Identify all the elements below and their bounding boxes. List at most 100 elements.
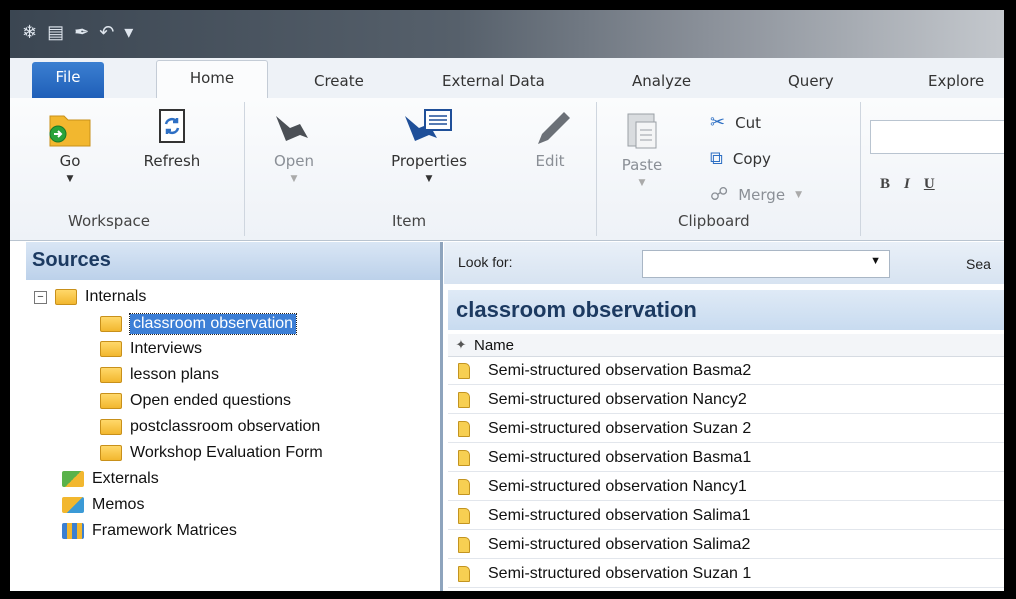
look-for-input[interactable]: ▼ xyxy=(642,250,890,278)
find-bar: Look for: ▼ Sea xyxy=(444,242,1004,284)
refresh-button[interactable]: Refresh xyxy=(132,108,212,170)
bold-button[interactable]: B xyxy=(880,176,890,193)
undo-icon[interactable]: ↶ xyxy=(99,22,114,42)
tree-item-label: classroom observation xyxy=(128,313,298,335)
collapse-icon[interactable]: − xyxy=(34,290,47,304)
folder-icon xyxy=(100,316,122,332)
tree-item-open-ended-questions[interactable]: Open ended questions xyxy=(100,392,291,410)
merge-button[interactable]: ☍ Merge ▼ xyxy=(710,184,802,205)
tree-item-workshop-evaluation-form[interactable]: Workshop Evaluation Form xyxy=(100,444,323,462)
tree-item-externals[interactable]: Externals xyxy=(62,470,159,488)
properties-button[interactable]: Properties ▼ xyxy=(372,108,486,184)
tab-home[interactable]: Home xyxy=(156,60,268,100)
refresh-icon xyxy=(159,109,185,143)
table-row[interactable]: Semi-structured observation Nancy2 xyxy=(448,387,1004,414)
paste-label: Paste xyxy=(621,156,663,174)
cut-button[interactable]: ✂ Cut xyxy=(710,112,761,133)
row-name: Semi-structured observation Suzan 2 xyxy=(488,420,752,437)
group-separator xyxy=(596,102,597,236)
tree-item-internals[interactable]: − Internals xyxy=(34,288,146,306)
customize-toolbar-icon[interactable]: ▾ xyxy=(124,22,133,42)
edit-button[interactable]: Edit xyxy=(520,108,580,170)
chevron-down-icon[interactable]: ▼ xyxy=(870,255,881,267)
chevron-down-icon: ▼ xyxy=(795,189,802,200)
row-name: Semi-structured observation Nancy1 xyxy=(488,478,747,495)
workspace-group-label: Workspace xyxy=(68,212,150,230)
folder-icon xyxy=(100,419,122,435)
tree-item-label: lesson plans xyxy=(130,366,219,383)
row-name: Semi-structured observation Salima2 xyxy=(488,536,751,553)
row-name: Semi-structured observation Nancy2 xyxy=(488,391,747,408)
italic-button[interactable]: I xyxy=(904,176,910,193)
table-row[interactable]: Semi-structured observation Nancy1 xyxy=(448,474,1004,501)
tab-file[interactable]: File xyxy=(32,62,104,98)
tree-item-label: Internals xyxy=(85,288,147,305)
tab-analyze[interactable]: Analyze xyxy=(632,72,691,90)
sources-pane: Sources − Internals classroom observatio… xyxy=(26,242,443,591)
tree-item-label: Memos xyxy=(92,496,145,513)
font-name-box[interactable] xyxy=(870,120,1004,154)
framework-matrices-icon xyxy=(62,523,84,539)
memos-icon xyxy=(62,497,84,513)
tree-item-framework-matrices[interactable]: Framework Matrices xyxy=(62,522,237,540)
tree-item-label: Workshop Evaluation Form xyxy=(130,444,323,461)
table-row[interactable]: Semi-structured observation Salima1 xyxy=(448,503,1004,530)
app-icon[interactable]: ❄ xyxy=(22,22,37,42)
tree-item-label: Interviews xyxy=(130,340,203,357)
chevron-down-icon: ▼ xyxy=(638,178,646,188)
pushpin-icon: ✦ xyxy=(455,337,467,352)
paste-button[interactable]: Paste ▼ xyxy=(614,108,670,188)
open-button[interactable]: Open ▼ xyxy=(262,108,326,184)
folder-icon xyxy=(100,393,122,409)
copy-button[interactable]: ⧉ Copy xyxy=(710,148,771,169)
open-folder-icon xyxy=(55,289,77,305)
item-group-label: Item xyxy=(392,212,427,230)
tree-item-label: Externals xyxy=(92,470,159,487)
edit-icon[interactable]: ✒ xyxy=(74,22,89,42)
tree-item-classroom-observation[interactable]: classroom observation xyxy=(100,313,298,335)
cut-label: Cut xyxy=(735,113,761,132)
look-for-label: Look for: xyxy=(458,254,513,270)
tree-item-label: Framework Matrices xyxy=(92,522,237,539)
application-window: ❄ ▤ ✒ ↶ ▾ Create External Data Analyze Q… xyxy=(10,10,1004,591)
properties-icon xyxy=(405,109,452,141)
table-row[interactable]: Semi-structured observation Basma2 xyxy=(448,358,1004,385)
tree-item-label: Open ended questions xyxy=(130,392,292,409)
document-icon xyxy=(458,421,470,437)
tab-external-data[interactable]: External Data xyxy=(442,72,545,90)
table-row[interactable]: Semi-structured observation Salima2 xyxy=(448,532,1004,559)
row-name: Semi-structured observation Salima1 xyxy=(488,507,751,524)
list-view: classroom observation ✦ Name Semi-struct… xyxy=(448,290,1004,591)
tab-explore[interactable]: Explore xyxy=(928,72,984,90)
format-buttons: B I U xyxy=(880,176,935,193)
table-row[interactable]: Semi-structured observation Basma1 xyxy=(448,445,1004,472)
tree-item-memos[interactable]: Memos xyxy=(62,496,144,514)
row-name: Semi-structured observation Basma1 xyxy=(488,449,752,466)
pushpin-icon xyxy=(276,116,308,141)
chevron-down-icon: ▼ xyxy=(290,174,298,184)
chevron-down-icon: ▼ xyxy=(66,174,74,184)
row-name: Semi-structured observation Suzan 1 xyxy=(488,565,752,582)
tree-item-postclassroom-observation[interactable]: postclassroom observation xyxy=(100,418,320,436)
tab-query[interactable]: Query xyxy=(788,72,834,90)
document-icon xyxy=(458,537,470,553)
document-icon xyxy=(458,479,470,495)
table-row[interactable]: Semi-structured observation Suzan 2 xyxy=(448,416,1004,443)
go-label: Go xyxy=(59,152,81,170)
merge-icon: ☍ xyxy=(710,184,729,205)
table-row[interactable]: Semi-structured observation Suzan 1 xyxy=(448,561,1004,588)
save-icon[interactable]: ▤ xyxy=(47,22,64,42)
document-icon xyxy=(458,508,470,524)
column-name-header[interactable]: Name xyxy=(474,337,514,354)
paste-icon xyxy=(627,113,657,149)
tree-item-lesson-plans[interactable]: lesson plans xyxy=(100,366,219,384)
search-in-label[interactable]: Sea xyxy=(966,256,991,272)
folder-icon xyxy=(100,445,122,461)
copy-icon: ⧉ xyxy=(710,148,723,169)
tree-item-interviews[interactable]: Interviews xyxy=(100,340,202,358)
refresh-label: Refresh xyxy=(143,152,201,170)
go-button[interactable]: Go ▼ xyxy=(40,108,100,184)
underline-button[interactable]: U xyxy=(924,176,935,193)
pencil-icon xyxy=(538,112,570,144)
tab-create[interactable]: Create xyxy=(314,72,364,90)
